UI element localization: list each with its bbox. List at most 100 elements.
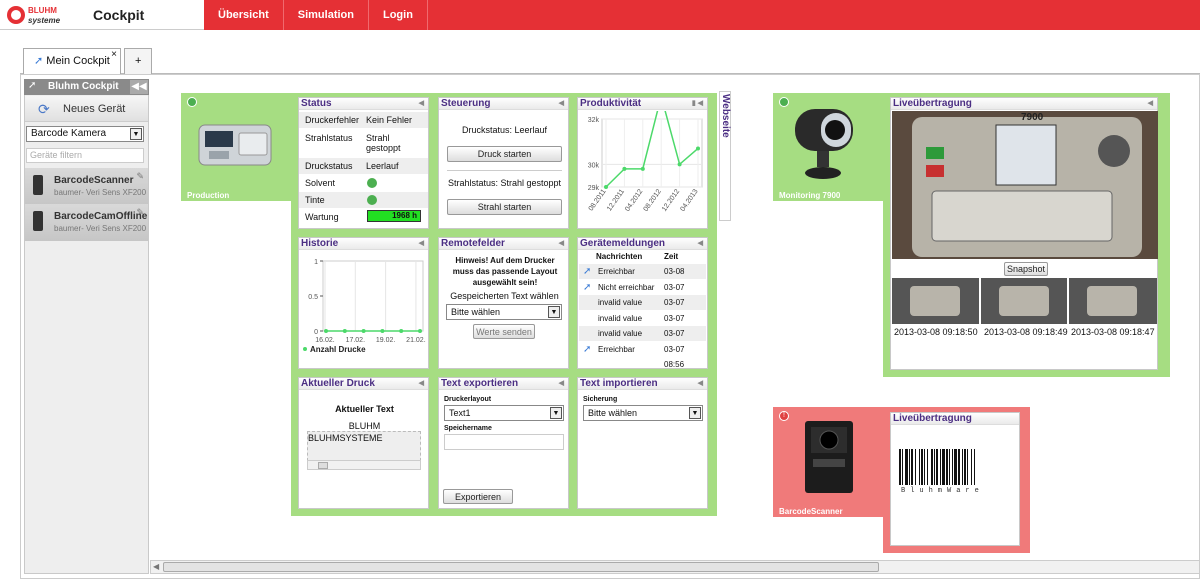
plug-icon: ➚	[583, 266, 592, 277]
x-tick-label: 16.02.	[315, 337, 335, 344]
message-time: 03-07 08:56	[664, 344, 685, 369]
svg-text:systeme: systeme	[28, 16, 61, 25]
webcam-image	[795, 109, 853, 179]
collapse-icon[interactable]: ◀	[698, 378, 703, 390]
status-row: Solvent	[299, 175, 428, 191]
nav-uebersicht[interactable]: Übersicht	[204, 0, 284, 30]
barcode-bar	[936, 449, 938, 485]
app-title: Cockpit	[93, 7, 145, 23]
tab-strip	[20, 44, 1200, 74]
remote-text-select[interactable]: Bitte wählen ▼	[446, 304, 562, 320]
edit-icon[interactable]: ✎	[136, 207, 144, 218]
device-type-select[interactable]: Barcode Kamera ▼	[26, 126, 144, 142]
scanner-image	[805, 421, 853, 493]
barcode-bar	[931, 449, 933, 485]
snapshot-thumb[interactable]	[981, 278, 1067, 324]
barcode-bar	[911, 449, 913, 485]
snapshot-thumb[interactable]	[892, 278, 979, 324]
ok-icon	[367, 178, 377, 188]
druckerlayout-select[interactable]: Text1 ▼	[444, 405, 564, 421]
barcodescanner-device-card[interactable]: ! BarcodeScanner	[773, 407, 883, 517]
y-tick-label: 32k	[588, 117, 600, 124]
nav-login[interactable]: Login	[369, 0, 428, 30]
edit-icon[interactable]: ✎	[136, 171, 144, 182]
speichername-input[interactable]	[444, 434, 564, 450]
production-device-card[interactable]: Production	[181, 93, 291, 201]
barcodescanner-label: BarcodeScanner	[779, 507, 843, 516]
collapse-icon[interactable]: ◀	[698, 238, 703, 250]
status-row: Wartung 1968 h	[299, 209, 428, 225]
y-tick-label: 30k	[588, 162, 600, 169]
tab-mein-cockpit[interactable]: ➚ Mein Cockpit ×	[23, 48, 121, 75]
barcode-bar	[971, 449, 972, 485]
ok-icon	[367, 195, 377, 205]
x-tick-label: 21.02.	[406, 337, 426, 344]
snapshot-button[interactable]: Snapshot	[1004, 262, 1048, 276]
werte-senden-button[interactable]: Werte senden	[473, 324, 535, 339]
rocket-icon: ➚	[34, 55, 44, 67]
barcode-bar	[967, 449, 968, 485]
snapshot-thumb[interactable]	[1069, 278, 1157, 324]
scrollbar-thumb[interactable]	[163, 562, 879, 572]
collapse-icon[interactable]: ▮ ◀	[692, 98, 703, 110]
barcode-bar	[964, 449, 966, 485]
historie-panel: Historie ◀ 0 0.5 1 16.02. 17.02. 19.02. 21.02. A…	[298, 237, 429, 369]
barcode-bar	[952, 449, 953, 485]
collapse-icon[interactable]: ◀	[419, 378, 424, 390]
strahl-starten-button[interactable]: Strahl starten	[447, 199, 562, 215]
tab-close-icon[interactable]: ×	[111, 43, 117, 67]
sicherung-select[interactable]: Bitte wählen ▼	[583, 405, 703, 421]
message-row: ➚Nicht erreichbar03-07 20:13	[579, 279, 706, 307]
monitoring-device-card[interactable]: Monitoring 7900	[773, 93, 883, 201]
barcode-bar	[909, 449, 910, 485]
device-item-barcodecamoffline[interactable]: BarcodeCamOffline baumer- Veri Sens XF20…	[25, 204, 148, 242]
produktivitaet-panel: Produktivität ▮ ◀ 29k 30k 32k 08.2011 12.2011…	[577, 97, 708, 229]
device-item-barcodescanner[interactable]: BarcodeScanner baumer- Veri Sens XF200 ✎	[25, 168, 148, 206]
message-row: ➚ Erreichbar 03-07 08:56	[579, 341, 706, 369]
message-text: invalid value	[598, 329, 643, 338]
barcode-bar	[905, 449, 908, 485]
x-tick-label: 19.02.	[376, 337, 396, 344]
legend-marker	[303, 347, 307, 351]
preview-scrollbar[interactable]	[307, 460, 421, 470]
scroll-left-icon[interactable]: ◀	[153, 562, 159, 571]
data-point	[399, 329, 404, 333]
y-tick-label: 29k	[588, 185, 600, 192]
message-row: ➚Erreichbar03-08 08:51	[579, 264, 706, 291]
website-side-tab[interactable]: Webseite	[719, 91, 731, 221]
message-text: invalid value	[598, 313, 643, 323]
scanner-icon	[33, 211, 43, 231]
monitoring-live-panel: Liveübertragung ◀ 7900 Snapshot 2013-03-0…	[890, 97, 1158, 370]
data-point	[622, 166, 627, 171]
barcode-bar	[919, 449, 920, 485]
collapse-icon[interactable]: ◀	[559, 98, 564, 110]
nav-simulation[interactable]: Simulation	[284, 0, 369, 30]
device-filter-input[interactable]: Geräte filtern	[26, 148, 144, 163]
data-point	[324, 329, 328, 333]
exportieren-button[interactable]: Exportieren	[443, 489, 513, 504]
sidebar-collapse-button[interactable]: ◀◀	[130, 80, 148, 94]
data-point	[640, 166, 645, 171]
message-text: Nicht erreichbar	[598, 282, 655, 292]
scrollbar-thumb[interactable]	[318, 462, 328, 469]
collapse-icon[interactable]: ◀	[419, 98, 424, 110]
message-row: invalid value03-07 11:54	[579, 295, 706, 322]
data-point	[380, 329, 385, 333]
barcode-bar	[946, 449, 948, 485]
add-tab-button[interactable]: +	[124, 48, 152, 75]
collapse-icon[interactable]: ◀	[419, 238, 424, 250]
druck-starten-button[interactable]: Druck starten	[447, 146, 562, 162]
bluhm-logo: BLUHM systeme	[6, 3, 86, 27]
live-camera-feed	[892, 111, 1158, 259]
horizontal-scrollbar[interactable]: ◀	[150, 560, 1200, 574]
data-point	[696, 146, 700, 151]
barcode-bar	[902, 449, 903, 485]
data-point	[418, 329, 422, 333]
refresh-icon: ⟳	[38, 101, 50, 117]
produktivitaet-chart: 29k30k32k08.201112.201104.201208.201212.…	[588, 111, 703, 213]
collapse-icon[interactable]: ◀	[559, 238, 564, 250]
barcode-bar	[962, 449, 963, 485]
collapse-icon[interactable]: ◀	[559, 378, 564, 390]
collapse-icon[interactable]: ◀	[1148, 98, 1153, 110]
x-tick-label: 17.02.	[346, 337, 366, 344]
